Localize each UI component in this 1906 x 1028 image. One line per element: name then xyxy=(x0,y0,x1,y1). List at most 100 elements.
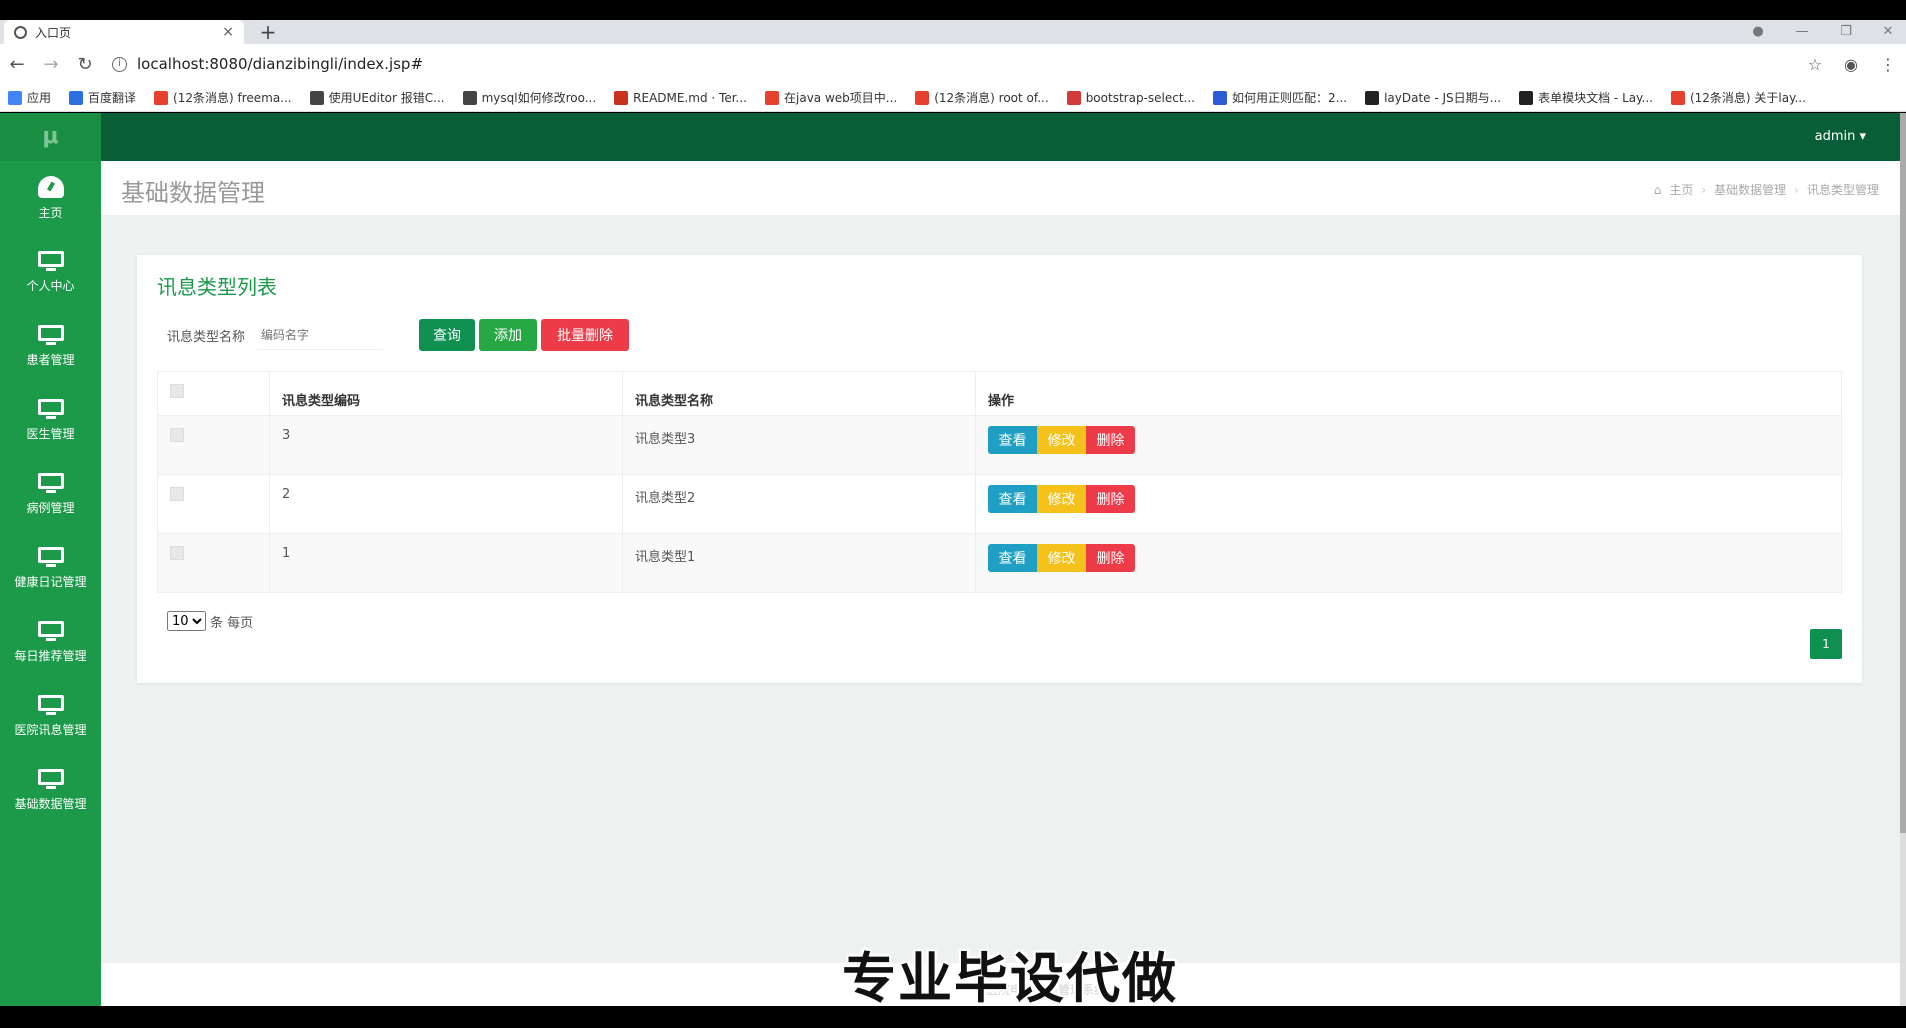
sidebar-item-6[interactable]: 每日推荐管理 xyxy=(0,605,101,679)
bookmark-label: (12条消息) freema... xyxy=(173,91,292,105)
bookmark-icon xyxy=(154,90,169,105)
cell-name: 讯息类型3 xyxy=(622,415,976,475)
edit-button[interactable]: 修改 xyxy=(1037,544,1086,572)
bookmark-label: bootstrap-select... xyxy=(1085,90,1195,105)
delete-button[interactable]: 删除 xyxy=(1086,544,1135,572)
add-button[interactable]: 添加 xyxy=(479,319,538,351)
view-button[interactable]: 查看 xyxy=(988,544,1037,572)
scrollbar-thumb[interactable] xyxy=(1900,113,1906,833)
breadcrumb-section[interactable]: 基础数据管理 xyxy=(1714,181,1786,198)
bookmark-icon xyxy=(1670,90,1685,105)
pagination-page-1[interactable]: 1 xyxy=(1810,629,1842,659)
bookmark-item[interactable]: 如何用正则匹配：2... xyxy=(1212,89,1347,106)
bookmark-label: 在java web项目中... xyxy=(784,91,898,105)
bookmark-item[interactable]: README.md · Ter... xyxy=(614,90,747,105)
url-field[interactable]: i localhost:8080/dianzibingli/index.jsp# xyxy=(112,55,423,73)
delete-button[interactable]: 删除 xyxy=(1086,426,1135,454)
browser-tab[interactable]: 入口页 × xyxy=(4,20,244,44)
monitor-icon xyxy=(37,620,64,641)
new-tab-button[interactable]: + xyxy=(256,20,280,44)
reload-icon[interactable]: ↻ xyxy=(68,54,102,75)
row-checkbox[interactable] xyxy=(170,546,184,560)
bookmark-icon xyxy=(1212,90,1227,105)
row-checkbox[interactable] xyxy=(170,487,184,501)
bookmark-icon xyxy=(69,90,84,105)
sidebar-item-7[interactable]: 医院讯息管理 xyxy=(0,679,101,753)
delete-button[interactable]: 删除 xyxy=(1086,485,1135,513)
row-checkbox[interactable] xyxy=(170,428,184,442)
dashboard-icon xyxy=(37,175,64,198)
query-button[interactable]: 查询 xyxy=(419,319,476,351)
app-logo: μ xyxy=(0,113,101,161)
bookmark-item[interactable]: 表单模块文档 - Lay... xyxy=(1519,89,1653,106)
sidebar-item-4[interactable]: 病例管理 xyxy=(0,457,101,531)
edit-button[interactable]: 修改 xyxy=(1037,485,1086,513)
row-select-cell xyxy=(157,533,270,593)
bookmark-item[interactable]: mysql如何修改roo... xyxy=(462,89,597,106)
bookmark-item[interactable]: bootstrap-select... xyxy=(1066,90,1195,105)
sidebar-item-label: 每日推荐管理 xyxy=(14,648,87,663)
forward-icon[interactable]: → xyxy=(34,54,68,75)
batch-delete-button[interactable]: 批量删除 xyxy=(541,319,630,351)
maximize-icon[interactable]: ❐ xyxy=(1832,20,1860,44)
bookmark-label: mysql如何修改roo... xyxy=(481,91,597,105)
select-all-checkbox[interactable] xyxy=(170,384,184,398)
bookmark-item[interactable]: (12条消息) freema... xyxy=(154,89,292,106)
edit-button[interactable]: 修改 xyxy=(1037,426,1086,454)
view-button[interactable]: 查看 xyxy=(988,485,1037,513)
bookmark-item[interactable]: 使用UEditor 报错C... xyxy=(309,89,445,106)
app-root: μ 主页 个人中心 患者管理 医生管理 病例管理 健康日记管理 每日推荐管理 医院讯息管理 基础… xyxy=(0,113,1906,1006)
star-icon[interactable]: ☆ xyxy=(1808,55,1822,74)
globe-icon xyxy=(14,25,27,39)
bookmark-item[interactable]: (12条消息) 关于lay... xyxy=(1670,89,1806,106)
close-icon[interactable]: × xyxy=(222,24,234,40)
header-code: 讯息类型编码 xyxy=(269,371,623,416)
account-icon[interactable]: ◉ xyxy=(1844,55,1858,74)
bookmark-label: (12条消息) 关于lay... xyxy=(1689,91,1806,105)
breadcrumb-home[interactable]: 主页 xyxy=(1669,181,1693,198)
monitor-icon xyxy=(37,472,64,493)
profile-menu-icon[interactable]: ● xyxy=(1744,20,1772,44)
tab-title: 入口页 xyxy=(35,25,72,40)
page-size-control: 10 条 每页 xyxy=(167,611,253,631)
bookmark-item[interactable]: 百度翻译 xyxy=(69,89,136,106)
sidebar-item-label: 医生管理 xyxy=(26,426,75,441)
sidebar-item-2[interactable]: 患者管理 xyxy=(0,309,101,383)
sidebar-item-8[interactable]: 基础数据管理 xyxy=(0,753,101,827)
table-row: 1 讯息类型1 查看 修改 删除 xyxy=(157,533,1842,593)
sidebar-item-label: 基础数据管理 xyxy=(14,796,87,811)
sidebar-item-3[interactable]: 医生管理 xyxy=(0,383,101,457)
search-row: 讯息类型名称 查询 添加 批量删除 xyxy=(167,319,630,351)
view-button[interactable]: 查看 xyxy=(988,426,1037,454)
breadcrumb: ⌂ 主页 › 基础数据管理 › 讯息类型管理 xyxy=(1654,181,1879,198)
bookmark-icon xyxy=(1066,90,1081,105)
bookmark-label: 百度翻译 xyxy=(88,91,137,105)
search-input[interactable] xyxy=(257,320,384,350)
bookmark-icon xyxy=(915,90,930,105)
bookmark-label: README.md · Ter... xyxy=(633,90,747,105)
bookmark-item[interactable]: 在java web项目中... xyxy=(765,89,897,106)
window-close-icon[interactable]: ✕ xyxy=(1874,20,1902,44)
user-menu[interactable]: admin ▾ xyxy=(1815,113,1866,161)
page-size-suffix: 条 每页 xyxy=(210,615,254,631)
bookmarks-bar: 应用 百度翻译 (12条消息) freema... 使用UEditor 报错C... m… xyxy=(0,84,1906,112)
bookmark-item[interactable]: (12条消息) root of... xyxy=(915,89,1049,106)
page-size-select[interactable]: 10 xyxy=(167,611,206,631)
bookmark-item[interactable]: layDate - JS日期与... xyxy=(1365,89,1501,106)
sidebar-item-5[interactable]: 健康日记管理 xyxy=(0,531,101,605)
menu-icon[interactable]: ⋮ xyxy=(1880,55,1896,74)
bookmark-item[interactable]: 应用 xyxy=(8,89,51,106)
info-icon[interactable]: i xyxy=(112,56,127,72)
sidebar: μ 主页个人中心 患者管理医生管理病例管理 健康日记管理每日推荐管理 医院讯息管理 基础… xyxy=(0,113,101,1006)
sidebar-item-0[interactable]: 主页 xyxy=(0,161,101,235)
sidebar-item-label: 主页 xyxy=(38,205,63,220)
sidebar-item-label: 医院讯息管理 xyxy=(14,722,87,737)
back-icon[interactable]: ← xyxy=(0,54,34,75)
scrollbar[interactable] xyxy=(1900,113,1906,1006)
row-select-cell xyxy=(157,474,270,534)
monitor-icon xyxy=(37,398,64,419)
bookmark-label: (12条消息) root of... xyxy=(934,91,1049,105)
sidebar-item-1[interactable]: 个人中心 xyxy=(0,235,101,309)
table-row: 3 讯息类型3 查看 修改 删除 xyxy=(157,415,1842,475)
minimize-icon[interactable]: — xyxy=(1788,20,1816,44)
